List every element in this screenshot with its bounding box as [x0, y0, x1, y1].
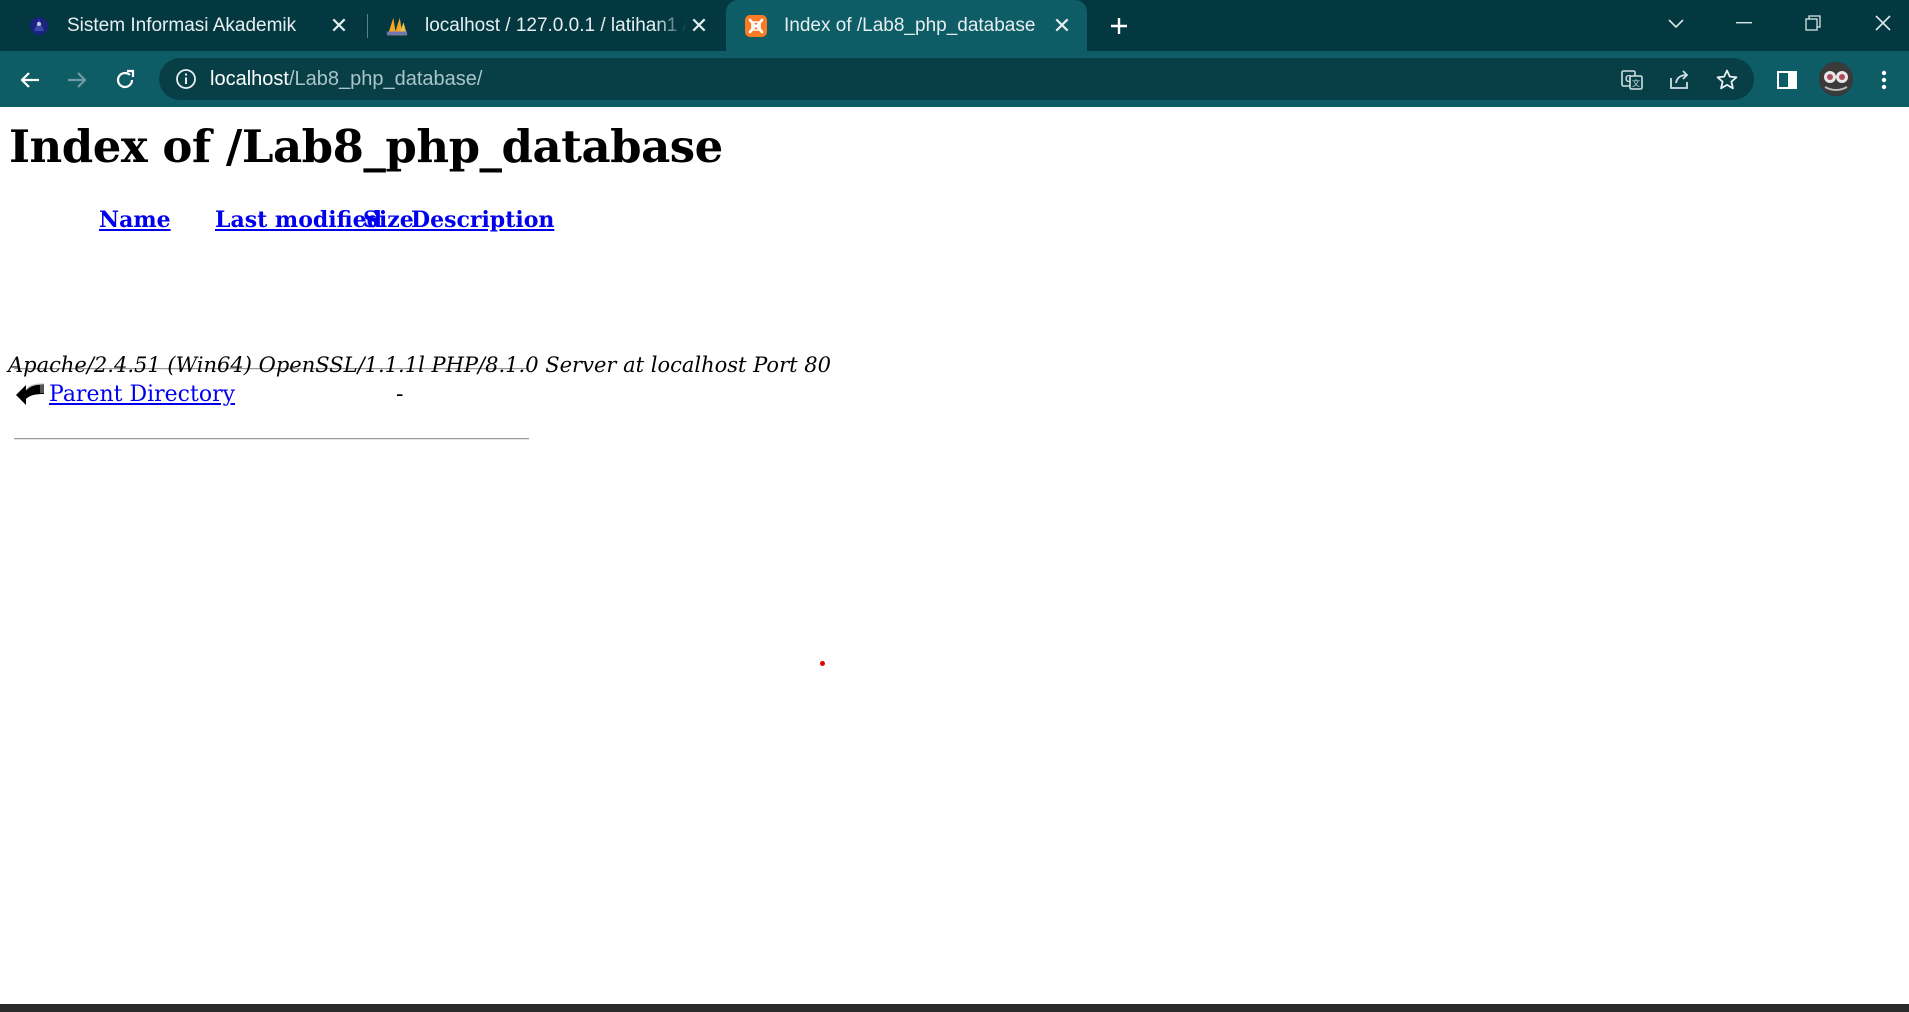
close-icon[interactable]: ✕ [1049, 13, 1075, 39]
close-icon[interactable]: ✕ [326, 13, 352, 39]
side-panel-icon[interactable] [1771, 64, 1803, 96]
new-tab-button[interactable] [1103, 10, 1135, 42]
tab-sistem-informasi[interactable]: Sistem Informasi Akademik ✕ [12, 0, 364, 51]
url-text[interactable]: localhost/Lab8_php_database/ [210, 58, 482, 100]
column-name-link[interactable]: Name [99, 207, 171, 233]
footer-divider [14, 438, 529, 440]
back-button[interactable] [14, 64, 46, 96]
tab-title: Index of /Lab8_php_database [784, 14, 1036, 36]
tab-separator [367, 14, 368, 38]
restore-icon[interactable] [1793, 8, 1833, 38]
tab-strip: Sistem Informasi Akademik ✕ localhost / … [0, 0, 1909, 51]
address-bar[interactable]: localhost/Lab8_php_database/ G文 [159, 58, 1754, 100]
column-last-modified-link[interactable]: Last modified [215, 207, 382, 233]
tab-index-lab8[interactable]: Index of /Lab8_php_database ✕ [726, 0, 1087, 51]
share-icon[interactable] [1666, 67, 1692, 93]
url-path: /Lab8_php_database/ [288, 68, 483, 90]
tab-title: localhost / 127.0.0.1 / latihan1 / d [425, 14, 687, 36]
taskbar-edge [0, 1004, 1909, 1012]
tab-phpmyadmin[interactable]: localhost / 127.0.0.1 / latihan1 / d ✕ [372, 0, 724, 51]
browser-toolbar: localhost/Lab8_php_database/ G文 [0, 51, 1909, 107]
page-title: Index of /Lab8_php_database [9, 120, 723, 173]
back-arrow-icon [14, 378, 46, 410]
xampp-logo-icon [744, 14, 768, 38]
mouse-cursor-dot [820, 661, 825, 666]
close-window-icon[interactable] [1863, 8, 1903, 38]
forward-button[interactable] [61, 64, 93, 96]
translate-icon[interactable]: G文 [1619, 67, 1645, 93]
server-signature: Apache/2.4.51 (Win64) OpenSSL/1.1.1l PHP… [8, 353, 831, 377]
menu-kebab-icon[interactable] [1868, 64, 1900, 96]
phpmyadmin-logo-icon [385, 14, 409, 38]
size-value: - [396, 382, 404, 407]
url-host: localhost [210, 68, 289, 90]
minimize-icon[interactable] [1724, 8, 1764, 38]
column-size-link[interactable]: Size [363, 207, 414, 233]
reload-button[interactable] [109, 64, 141, 96]
tab-search-chevron-down-icon[interactable] [1656, 8, 1696, 38]
parent-directory-link[interactable]: Parent Directory [49, 382, 235, 407]
site-info-icon[interactable] [175, 68, 197, 90]
profile-avatar[interactable] [1819, 62, 1853, 96]
tab-title: Sistem Informasi Akademik [67, 14, 297, 36]
svg-text:文: 文 [1632, 78, 1640, 88]
column-description-link[interactable]: Description [411, 207, 554, 233]
university-logo-icon [27, 14, 51, 38]
page-content: Index of /Lab8_php_database Name Last mo… [0, 107, 1909, 1004]
bookmark-star-icon[interactable] [1714, 67, 1740, 93]
close-icon[interactable]: ✕ [686, 13, 712, 39]
